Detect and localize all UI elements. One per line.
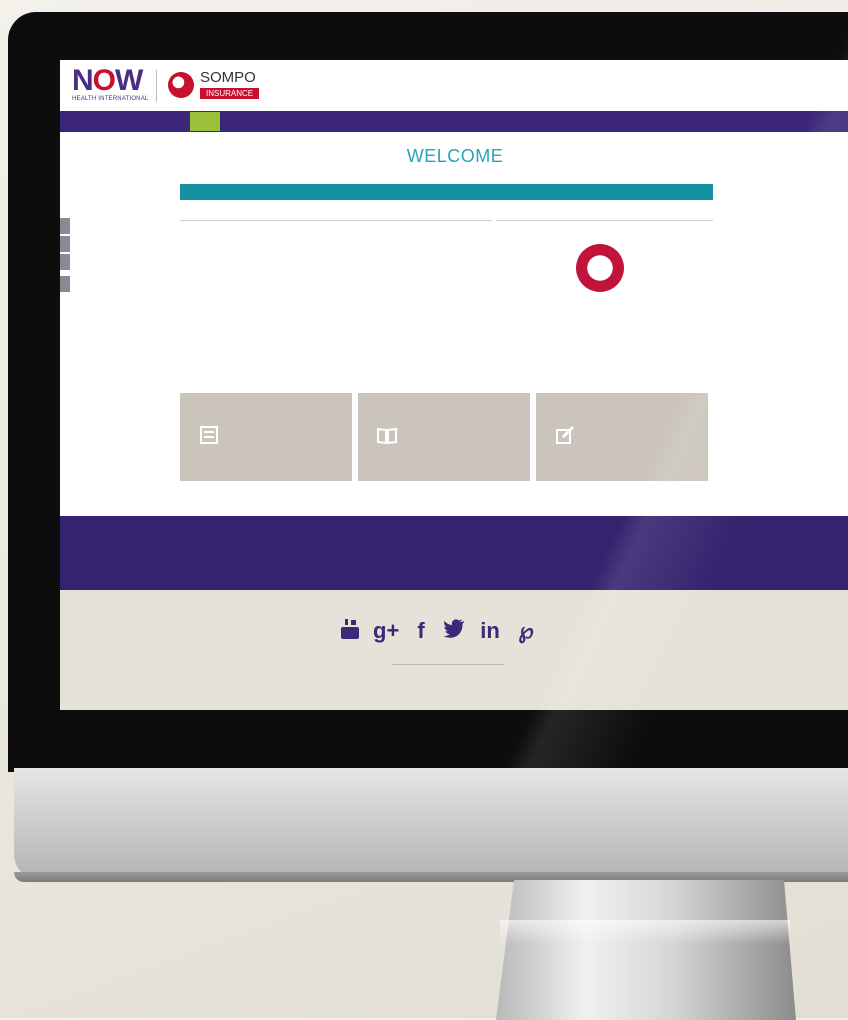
youtube-icon[interactable] — [338, 618, 362, 646]
side-tab-1[interactable] — [60, 218, 70, 234]
edit-icon — [554, 425, 576, 447]
benefits-donut-chart — [576, 244, 624, 292]
content-tile-2[interactable] — [358, 393, 530, 481]
book-icon — [376, 425, 398, 447]
policy-number-bar — [180, 184, 713, 200]
content-tile-1[interactable] — [180, 393, 352, 481]
linkedin-icon[interactable]: in — [478, 618, 502, 644]
now-health-logo[interactable]: NOW HEALTH INTERNATIONAL — [72, 64, 149, 103]
document-icon — [198, 425, 220, 447]
side-tab-4[interactable] — [60, 276, 70, 292]
screen: NOW HEALTH INTERNATIONAL SOMPO INSURANCE… — [60, 60, 848, 710]
now-tagline: HEALTH INTERNATIONAL — [72, 96, 149, 102]
monitor-stand-highlight — [500, 920, 790, 944]
google-plus-icon[interactable]: g+ — [373, 618, 399, 644]
facebook-icon[interactable]: f — [409, 618, 433, 644]
sompo-logo-icon — [168, 72, 194, 98]
footer-rule — [392, 664, 504, 665]
benefits-divider — [496, 220, 713, 221]
side-tab-3[interactable] — [60, 254, 70, 270]
main-nav — [60, 111, 848, 132]
pinterest-icon[interactable]: ℘ — [514, 618, 538, 644]
footer-social-area — [60, 590, 848, 710]
twitter-icon[interactable] — [442, 618, 466, 644]
my-summary-divider — [180, 220, 492, 221]
monitor-stand — [496, 880, 796, 1020]
now-logo-o: O — [92, 64, 116, 97]
side-tab-2[interactable] — [60, 236, 70, 252]
site-header: NOW HEALTH INTERNATIONAL SOMPO INSURANCE — [60, 60, 848, 110]
sompo-insurance-badge: INSURANCE — [200, 88, 260, 99]
now-brand-text: NOW — [72, 64, 143, 97]
nav-home[interactable] — [190, 112, 220, 131]
monitor-chin — [14, 768, 848, 880]
footer-band — [60, 516, 848, 590]
logo-divider — [156, 70, 157, 102]
sompo-brand-text: SOMPO — [200, 69, 256, 86]
content-tile-3[interactable] — [536, 393, 708, 481]
page-title: WELCOME — [406, 146, 504, 166]
